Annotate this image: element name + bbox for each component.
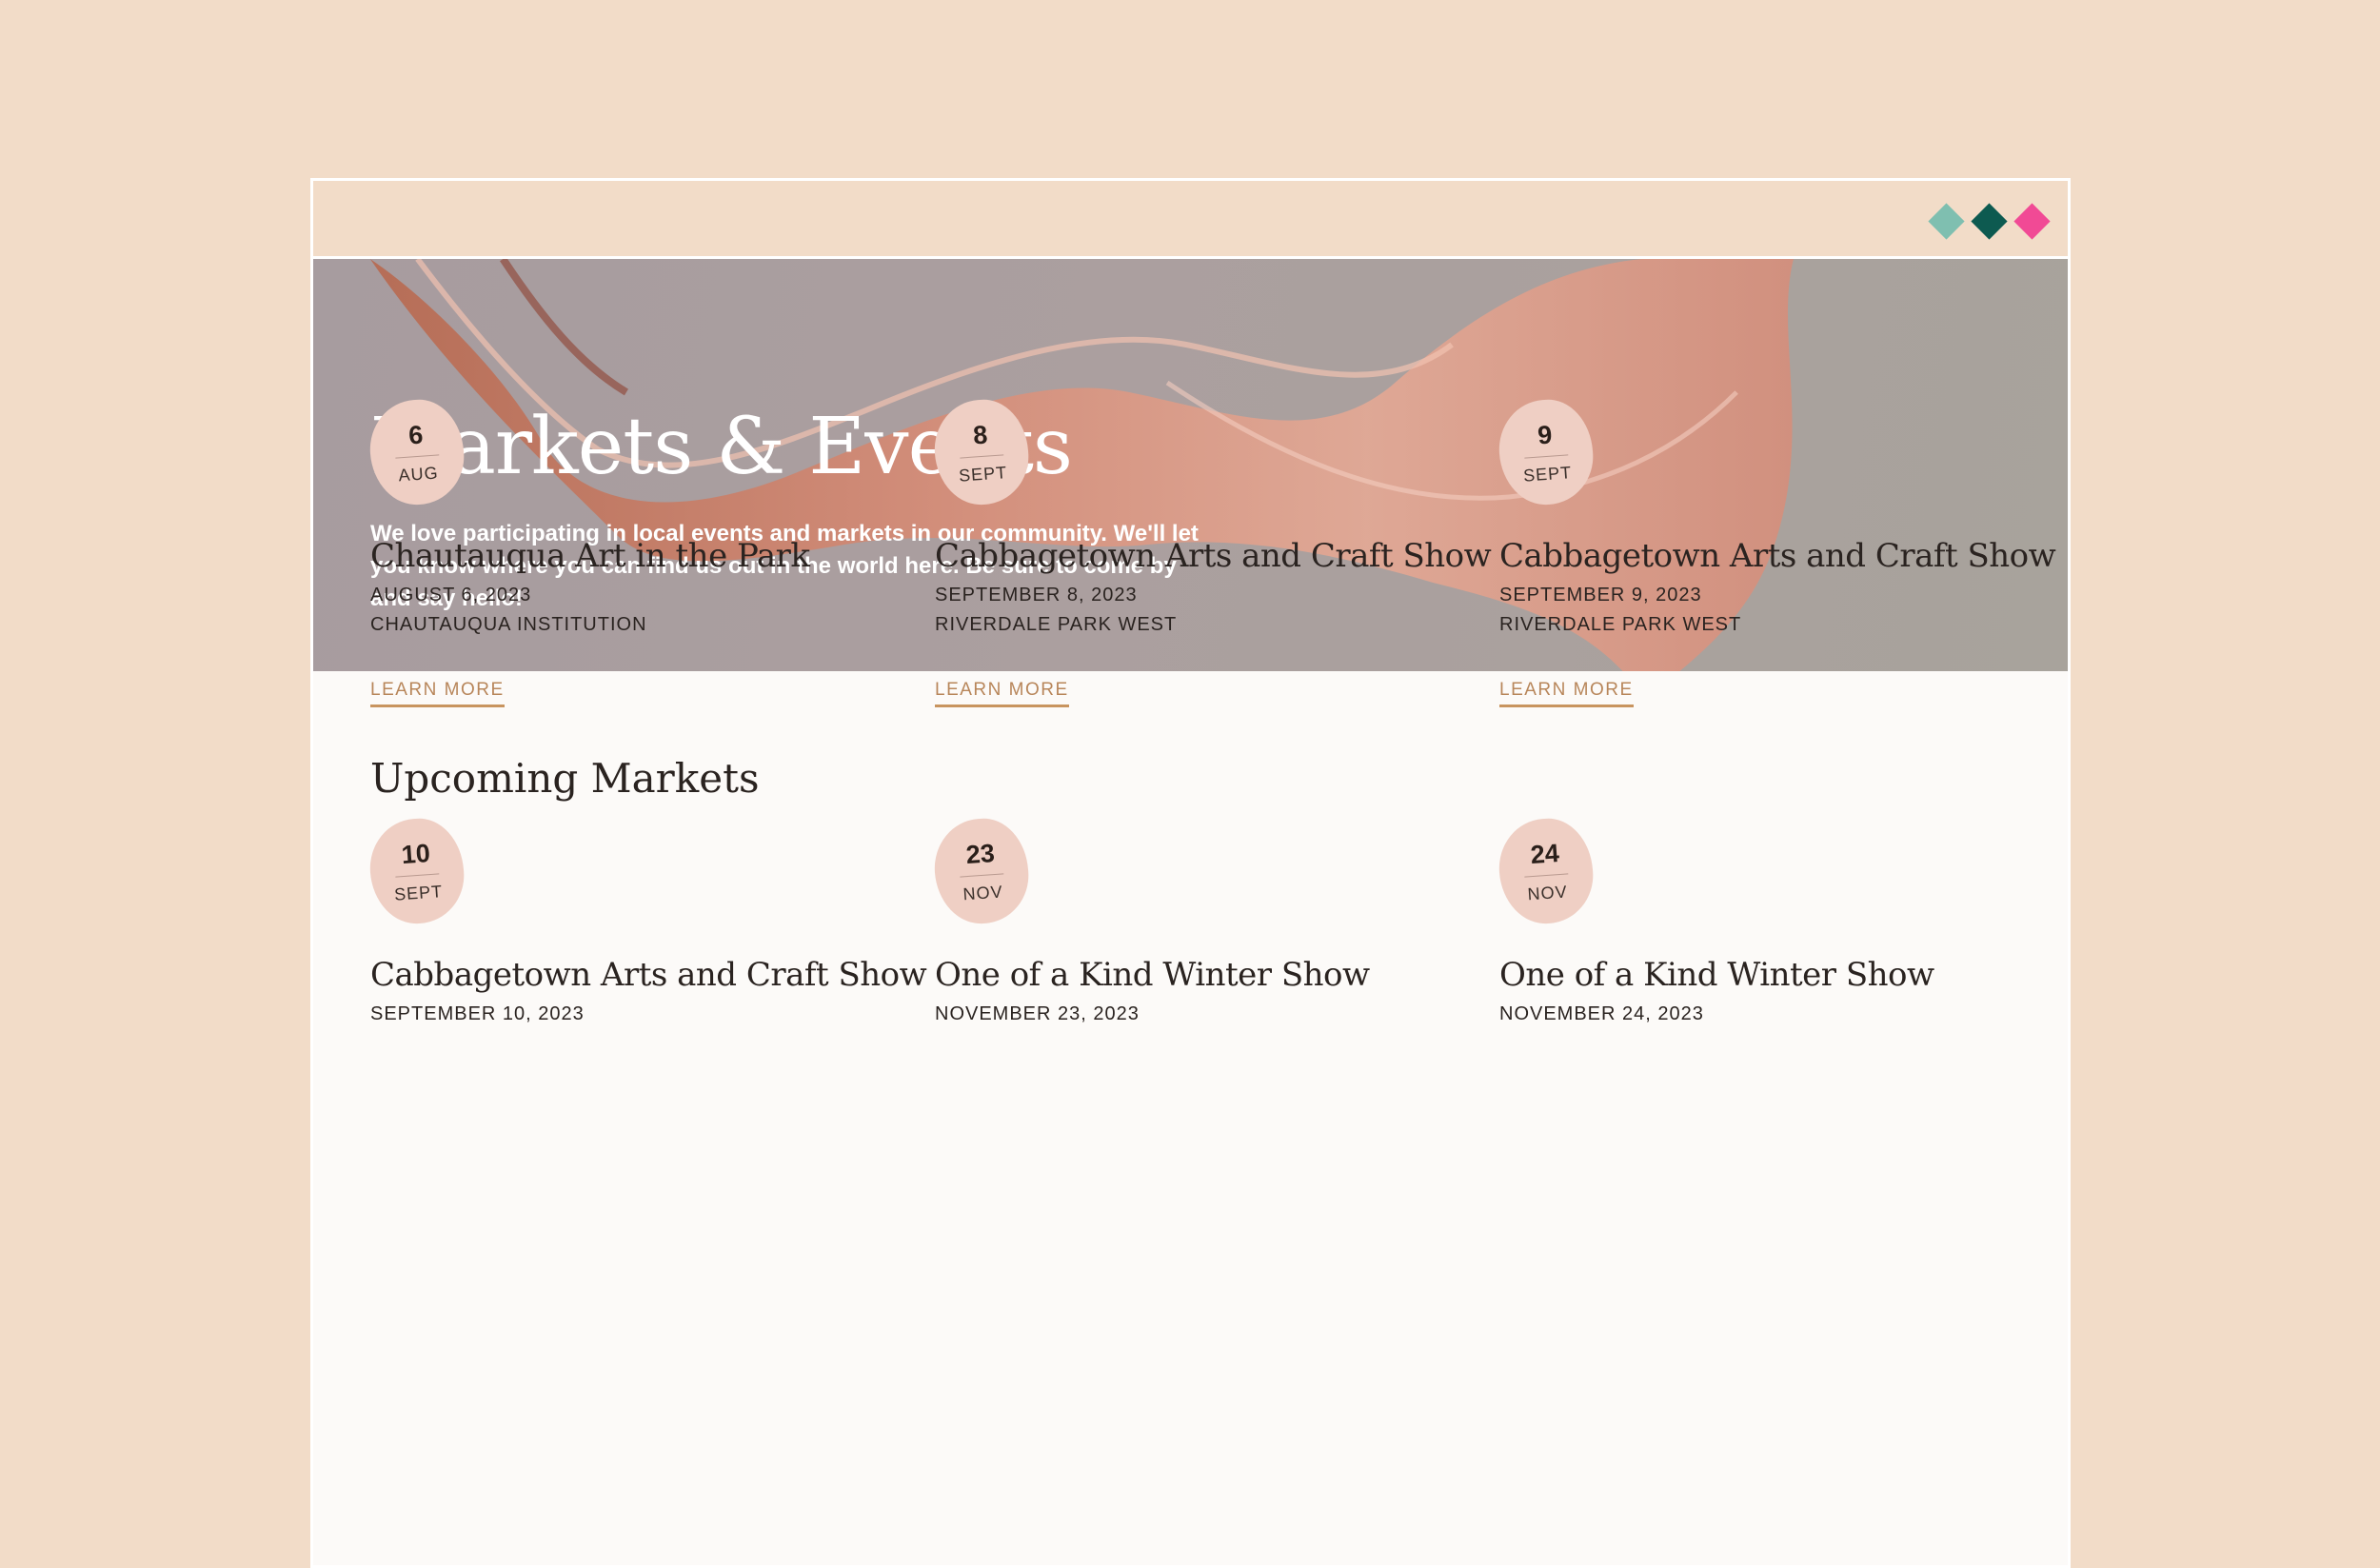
event-venue: RIVERDALE PARK WEST (1499, 614, 1742, 635)
event-card: 6 AUG Chautauqua Art in the Park AUGUST … (367, 396, 935, 714)
date-badge: 24 NOV (1496, 815, 1597, 927)
event-day: 6 (392, 418, 440, 459)
event-day: 8 (957, 418, 1004, 459)
event-title: Chautauqua Art in the Park (370, 537, 810, 575)
event-date: NOVEMBER 24, 2023 (1499, 1003, 1704, 1024)
event-date: SEPTEMBER 10, 2023 (370, 1003, 585, 1024)
event-card: 24 NOV One of a Kind Winter Show NOVEMBE… (1496, 815, 2064, 1133)
window-controls (1928, 203, 2051, 240)
learn-more-link[interactable]: LEARN MORE (1499, 680, 1634, 707)
date-badge: 8 SEPT (931, 396, 1032, 508)
date-badge: 6 AUG (367, 396, 467, 508)
event-date: SEPTEMBER 9, 2023 (1499, 585, 1702, 605)
event-month: SEPT (1522, 462, 1573, 486)
event-title: One of a Kind Winter Show (935, 956, 1370, 994)
event-title: Cabbagetown Arts and Craft Show (935, 537, 1492, 575)
dark-green-diamond-icon[interactable] (1971, 203, 2008, 240)
event-day: 9 (1521, 418, 1569, 459)
event-month: NOV (962, 882, 1004, 903)
event-venue: RIVERDALE PARK WEST (935, 614, 1178, 635)
event-date: NOVEMBER 23, 2023 (935, 1003, 1140, 1024)
teal-diamond-icon[interactable] (1928, 203, 1965, 240)
event-card: 10 SEPT Cabbagetown Arts and Craft Show … (367, 815, 935, 1133)
events-grid: 6 AUG Chautauqua Art in the Park AUGUST … (367, 396, 2064, 1133)
event-day: 24 (1521, 837, 1569, 878)
event-date: AUGUST 6, 2023 (370, 585, 532, 605)
event-month: SEPT (958, 462, 1008, 486)
learn-more-link[interactable]: LEARN MORE (370, 680, 505, 707)
event-title: Cabbagetown Arts and Craft Show (370, 956, 927, 994)
learn-more-link[interactable]: LEARN MORE (935, 680, 1069, 707)
event-month: SEPT (393, 881, 444, 904)
event-month: AUG (397, 463, 440, 485)
window-topbar (313, 181, 2068, 259)
event-venue: CHAUTAUQUA INSTITUTION (370, 614, 647, 635)
event-day: 23 (957, 837, 1004, 878)
event-day: 10 (392, 837, 440, 878)
event-card: 23 NOV One of a Kind Winter Show NOVEMBE… (931, 815, 1499, 1133)
event-title: One of a Kind Winter Show (1499, 956, 1934, 994)
event-title: Cabbagetown Arts and Craft Show (1499, 537, 2056, 575)
event-date: SEPTEMBER 8, 2023 (935, 585, 1138, 605)
date-badge: 10 SEPT (367, 815, 467, 927)
date-badge: 23 NOV (931, 815, 1032, 927)
browser-frame: Markets & Events We love participating i… (310, 178, 2071, 1568)
pink-diamond-icon[interactable] (2013, 203, 2051, 240)
event-card: 9 SEPT Cabbagetown Arts and Craft Show S… (1496, 396, 2064, 714)
event-month: NOV (1526, 882, 1569, 903)
date-badge: 9 SEPT (1496, 396, 1597, 508)
event-card: 8 SEPT Cabbagetown Arts and Craft Show S… (931, 396, 1499, 714)
